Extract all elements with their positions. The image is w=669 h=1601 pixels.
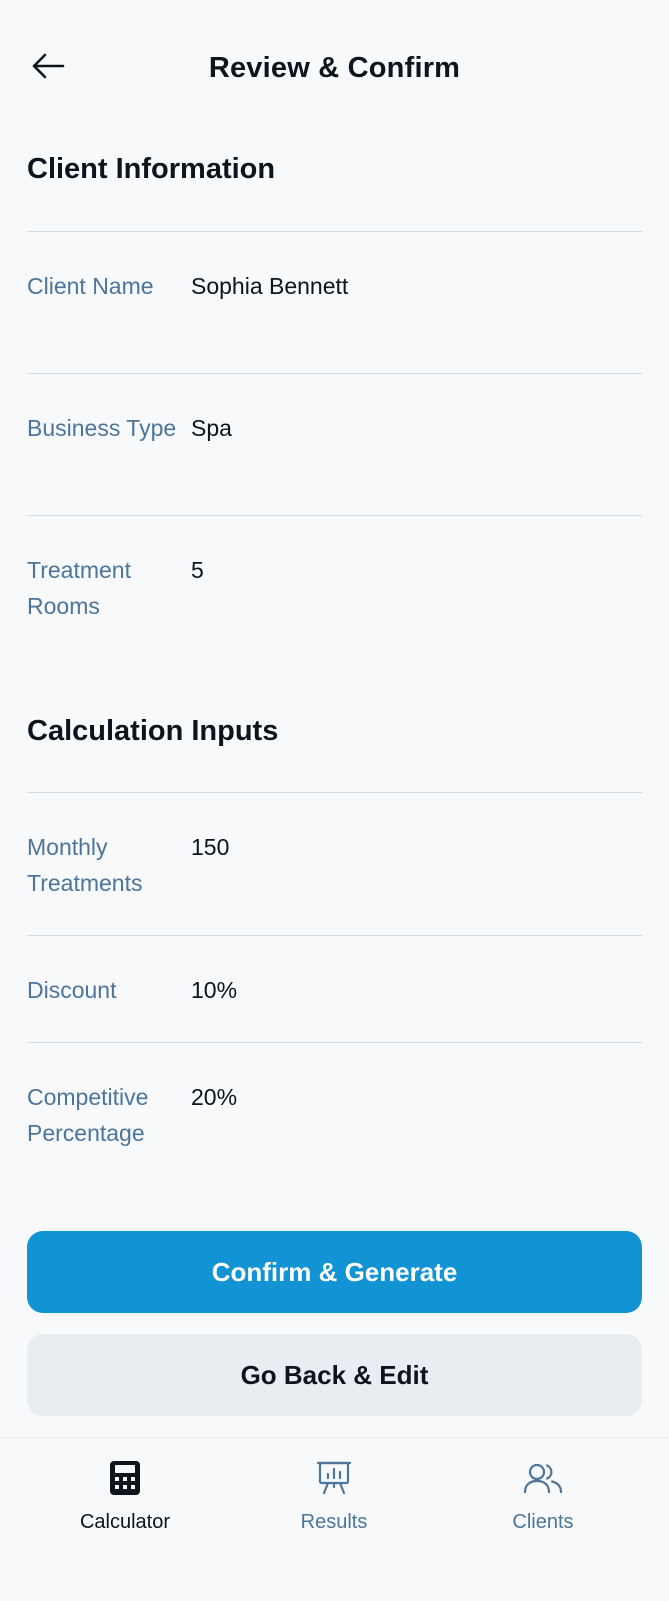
go-back-edit-button[interactable]: Go Back & Edit — [27, 1334, 642, 1416]
detail-row-discount: Discount 10% — [27, 935, 642, 1042]
nav-label-results: Results — [300, 1511, 368, 1533]
page-title: Review & Confirm — [208, 52, 461, 84]
detail-row-treatment-rooms: Treatment Rooms 5 — [27, 515, 642, 657]
detail-value: Spa — [191, 415, 232, 441]
nav-item-clients[interactable]: Clients — [453, 1458, 633, 1558]
section-heading-calculation-inputs: Calculation Inputs — [27, 715, 279, 747]
detail-label: Discount — [27, 977, 117, 1003]
calculator-icon — [105, 1458, 145, 1498]
detail-value: 5 — [191, 557, 204, 583]
detail-label: Client Name — [27, 273, 154, 299]
users-icon — [523, 1458, 563, 1498]
detail-row-competitive-percentage: Competitive Percentage 20% — [27, 1042, 642, 1184]
detail-label: Business Type — [27, 415, 177, 441]
nav-label-calculator: Calculator — [79, 1511, 171, 1533]
bottom-nav: Calculator Results Clients — [0, 1437, 669, 1601]
detail-value: Sophia Bennett — [191, 273, 349, 299]
presentation-chart-icon — [314, 1458, 354, 1498]
detail-row-client-name: Client Name Sophia Bennett — [27, 231, 642, 373]
confirm-generate-button[interactable]: Confirm & Generate — [27, 1231, 642, 1313]
nav-label-clients: Clients — [512, 1511, 574, 1533]
detail-label: Treatment Rooms — [27, 557, 131, 619]
nav-item-results[interactable]: Results — [244, 1458, 424, 1558]
section-heading-client-information: Client Information — [27, 153, 276, 185]
detail-label: Monthly Treatments — [27, 834, 143, 896]
detail-value: 150 — [191, 834, 230, 860]
nav-item-calculator[interactable]: Calculator — [35, 1458, 215, 1558]
detail-row-business-type: Business Type Spa — [27, 373, 642, 515]
detail-value: 10% — [191, 977, 238, 1003]
detail-label: Competitive Percentage — [27, 1084, 149, 1146]
detail-row-monthly-treatments: Monthly Treatments 150 — [27, 792, 642, 935]
detail-value: 20% — [191, 1084, 238, 1110]
header: Review & Confirm — [0, 0, 669, 136]
